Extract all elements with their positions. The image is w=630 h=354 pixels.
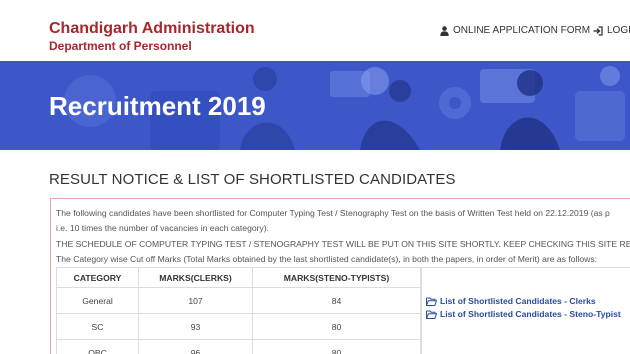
table-cell-marks-steno: 80 [252, 339, 421, 354]
nav-online-application-form[interactable]: ONLINE APPLICATION FORM [440, 25, 590, 36]
notice-line: The Category wise Cut off Marks (Total M… [56, 254, 598, 264]
table-cell-category: General [56, 287, 139, 314]
table-row: OBC 96 80 [56, 339, 421, 354]
shortlist-links-panel: List of Shortlisted Candidates - Clerks … [421, 267, 630, 354]
folder-open-icon [426, 310, 437, 319]
table-cell-marks-steno: 84 [252, 287, 421, 314]
table-row: General 107 84 [56, 287, 421, 314]
folder-open-icon [426, 297, 437, 306]
notice-line: The following candidates have been short… [56, 208, 610, 218]
result-notice-box: The following candidates have been short… [50, 198, 630, 354]
site-header: Chandigarh Administration Department of … [0, 0, 630, 61]
table-cell-marks-steno: 80 [252, 313, 421, 340]
banner-title: Recruitment 2019 [49, 91, 266, 121]
column-header-marks-clerks: MARKS(CLERKS) [138, 267, 253, 288]
table-cell-marks-clerks: 107 [138, 287, 253, 314]
table-row: SC 93 80 [56, 313, 421, 340]
table-cell-marks-clerks: 93 [138, 313, 253, 340]
page-banner: Recruitment 2019 [0, 61, 630, 150]
table-cell-category: OBC [56, 339, 139, 354]
link-label: List of Shortlisted Candidates - Clerks [440, 296, 596, 306]
table-header-row: CATEGORY MARKS(CLERKS) MARKS(STENO-TYPIS… [56, 267, 421, 288]
link-label: List of Shortlisted Candidates - Steno-T… [440, 309, 621, 319]
column-header-marks-steno: MARKS(STENO-TYPISTS) [252, 267, 421, 288]
page-title: RESULT NOTICE & LIST OF SHORTLISTED CAND… [49, 171, 456, 188]
user-icon [440, 25, 449, 36]
nav-login[interactable]: LOGIN [593, 25, 630, 36]
department-name: Department of Personnel [49, 39, 192, 53]
sign-in-icon [593, 25, 603, 36]
column-header-category: CATEGORY [56, 267, 139, 288]
link-shortlisted-clerks[interactable]: List of Shortlisted Candidates - Clerks [426, 296, 596, 306]
nav-login-label: LOGIN [607, 25, 630, 36]
cutoff-marks-table: CATEGORY MARKS(CLERKS) MARKS(STENO-TYPIS… [56, 267, 421, 354]
org-name[interactable]: Chandigarh Administration [49, 20, 255, 38]
notice-line: THE SCHEDULE OF COMPUTER TYPING TEST / S… [56, 239, 630, 249]
notice-line: i.e. 10 times the number of vacancies in… [56, 223, 270, 233]
table-cell-category: SC [56, 313, 139, 340]
nav-online-application-label: ONLINE APPLICATION FORM [453, 25, 591, 36]
link-shortlisted-steno-typist[interactable]: List of Shortlisted Candidates - Steno-T… [426, 309, 621, 319]
table-cell-marks-clerks: 96 [138, 339, 253, 354]
